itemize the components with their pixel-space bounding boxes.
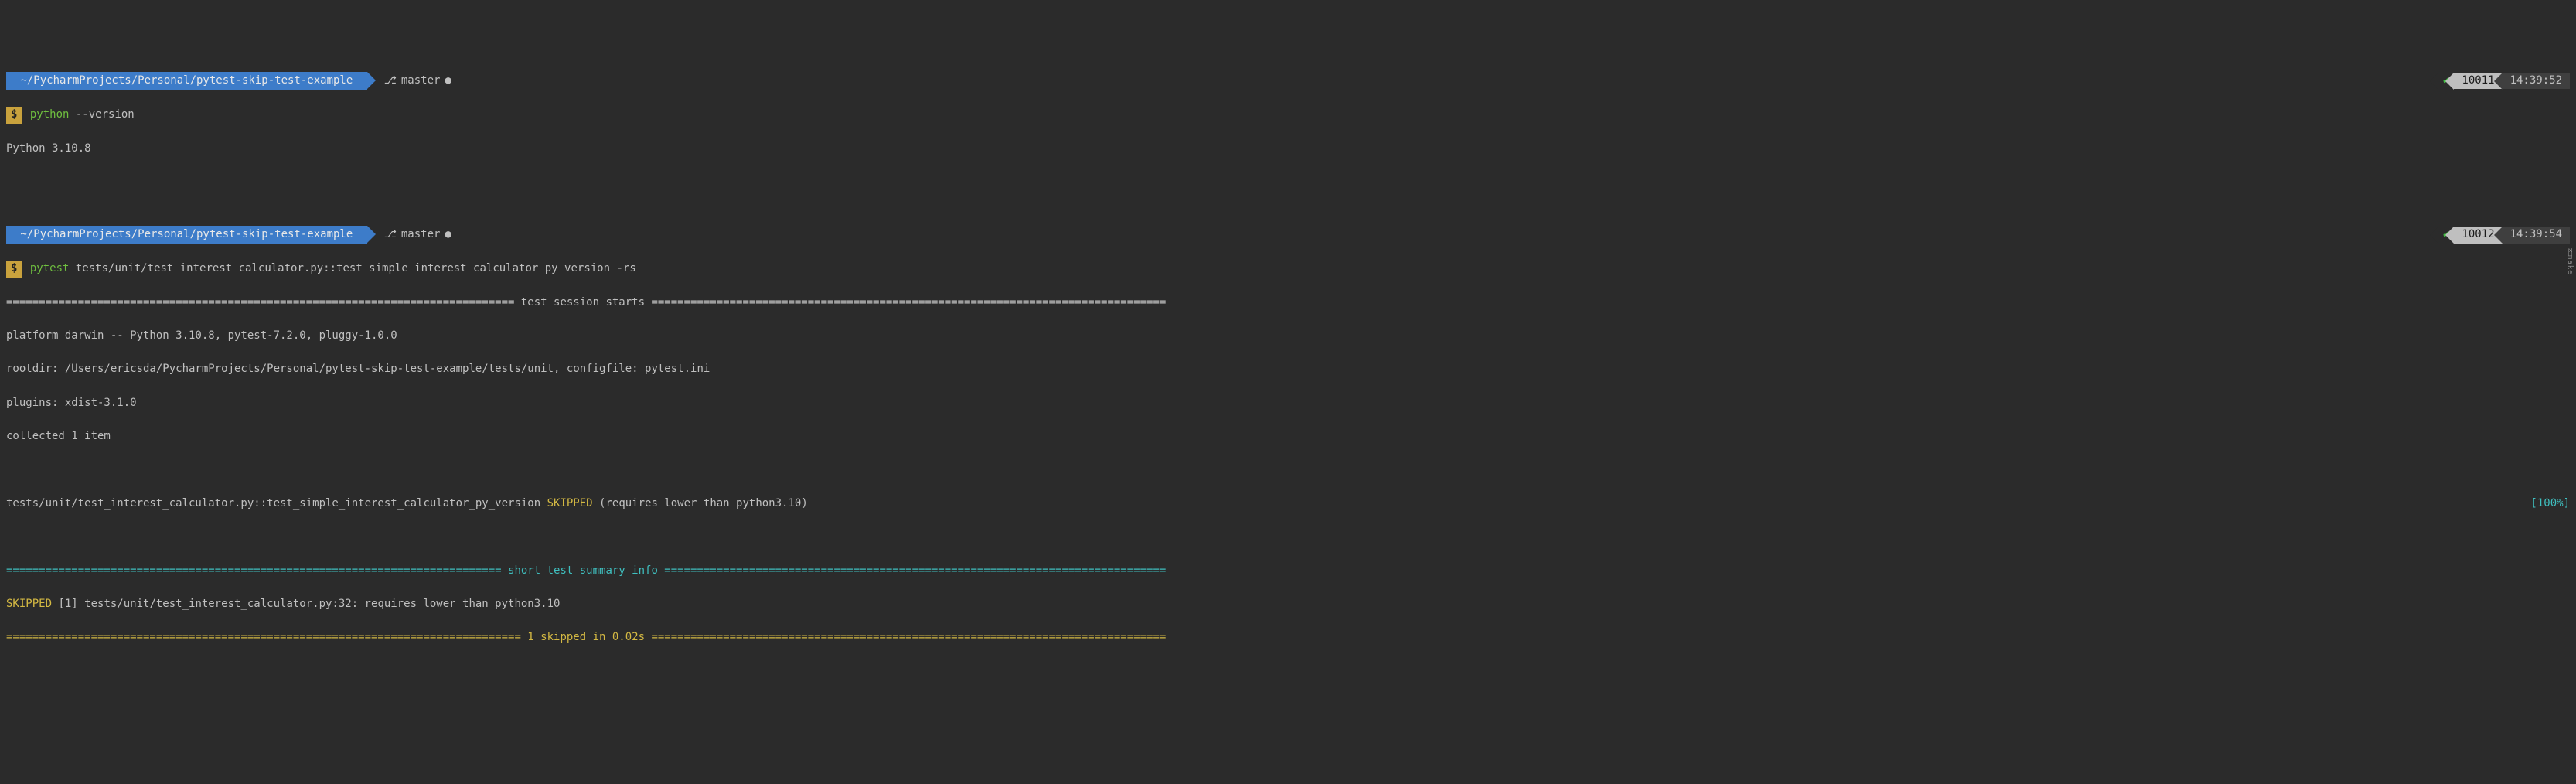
prompt-line-2: ~/PycharmProjects/Personal/pytest-skip-t… — [6, 226, 2570, 244]
git-branch-icon: ⎇ — [384, 227, 397, 244]
pytest-rootdir-line: rootdir: /Users/ericsda/PycharmProjects/… — [6, 361, 2570, 378]
command-line-2[interactable]: $ pytest tests/unit/test_interest_calcul… — [6, 261, 2570, 278]
pytest-summary-header: ========================================… — [6, 563, 2570, 580]
command-executable: pytest — [30, 261, 70, 278]
pytest-collected-line: collected 1 item — [6, 428, 2570, 445]
skipped-badge: SKIPPED — [6, 598, 52, 610]
sidebar-make-label: make — [2564, 255, 2574, 275]
git-branch-name: master — [401, 227, 441, 244]
command-line-1[interactable]: $ python --version — [6, 107, 2570, 124]
prompt-dollar-icon: $ — [6, 107, 22, 124]
command-executable: python — [30, 107, 70, 124]
git-branch-name: master — [401, 73, 441, 90]
progress-percent: [100%] — [2530, 496, 2570, 513]
cwd-path: ~/PycharmProjects/Personal/pytest-skip-t… — [6, 72, 367, 90]
git-branch: ⎇ master ● — [367, 73, 451, 90]
git-branch: ⎇ master ● — [367, 227, 451, 244]
test-path: tests/unit/test_interest_calculator.py::… — [6, 497, 547, 510]
prompt-right-info: ✔ 10012 14:39:54 — [2438, 227, 2570, 244]
pytest-test-result-line: tests/unit/test_interest_calculator.py::… — [6, 496, 2570, 513]
command-args: tests/unit/test_interest_calculator.py::… — [69, 261, 635, 278]
skip-reason: (requires lower than python3.10) — [593, 497, 808, 510]
timestamp: 14:39:52 — [2503, 73, 2570, 90]
pytest-plugins-line: plugins: xdist-3.1.0 — [6, 395, 2570, 412]
git-dirty-dot-icon: ● — [445, 227, 451, 244]
pytest-summary-skip-line: SKIPPED [1] tests/unit/test_interest_cal… — [6, 596, 2570, 613]
command-args: --version — [69, 107, 134, 124]
prompt-right-info: ✔ 10011 14:39:52 — [2438, 73, 2570, 90]
pytest-session-header: ========================================… — [6, 295, 2570, 312]
git-dirty-dot-icon: ● — [445, 73, 451, 90]
skip-summary-detail: [1] tests/unit/test_interest_calculator.… — [52, 598, 560, 610]
prompt-line-1: ~/PycharmProjects/Personal/pytest-skip-t… — [6, 72, 2570, 90]
skipped-badge: SKIPPED — [547, 497, 593, 510]
output-python-version: Python 3.10.8 — [6, 141, 2570, 158]
pytest-platform-line: platform darwin -- Python 3.10.8, pytest… — [6, 328, 2570, 345]
timestamp: 14:39:54 — [2503, 227, 2570, 244]
pytest-footer: ========================================… — [6, 629, 2570, 646]
prompt-dollar-icon: $ — [6, 261, 22, 278]
git-branch-icon: ⎇ — [384, 73, 397, 90]
cwd-path: ~/PycharmProjects/Personal/pytest-skip-t… — [6, 226, 367, 244]
